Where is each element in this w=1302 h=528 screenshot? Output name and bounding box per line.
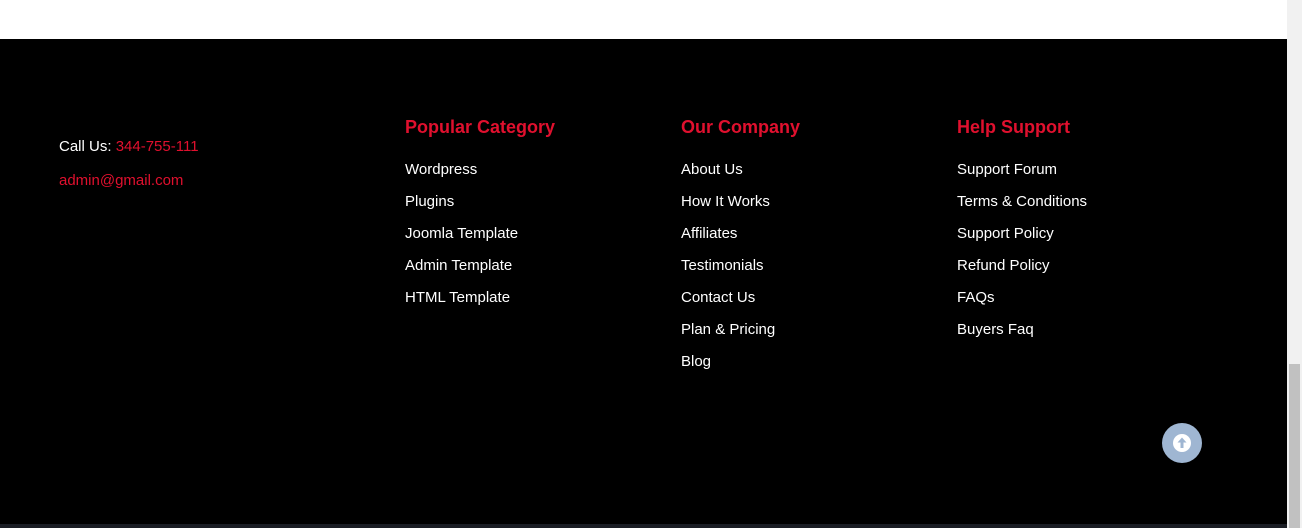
list-item: Affiliates — [681, 224, 800, 256]
list-item: Blog — [681, 352, 800, 384]
column-title: Popular Category — [405, 117, 556, 137]
phone-link[interactable]: 344-755-111 — [116, 138, 199, 155]
list-item: Plan & Pricing — [681, 320, 800, 352]
footer-column-help-support: Help Support Support Forum Terms & Condi… — [957, 114, 1087, 352]
footer-contact: Call Us: 344-755-111 admin@gmail.com — [59, 136, 199, 192]
site-footer — [0, 39, 1287, 524]
footer-link-testimonials[interactable]: Testimonials — [681, 257, 764, 274]
footer-link-plan-pricing[interactable]: Plan & Pricing — [681, 321, 775, 338]
list-item: Support Policy — [957, 224, 1087, 256]
arrow-up-icon — [1173, 434, 1191, 452]
list-item: HTML Template — [405, 288, 555, 320]
footer-link-html-template[interactable]: HTML Template — [405, 289, 510, 306]
footer-link-faqs[interactable]: FAQs — [957, 289, 995, 306]
list-item: Joomla Template — [405, 224, 555, 256]
list-item: Plugins — [405, 192, 555, 224]
page: Call Us: 344-755-111 admin@gmail.com Pop… — [0, 0, 1302, 528]
call-label: Call Us: — [59, 138, 112, 155]
scrollbar-thumb[interactable] — [1289, 364, 1300, 528]
link-list: Wordpress Plugins Joomla Template Admin … — [405, 160, 555, 320]
footer-link-admin-template[interactable]: Admin Template — [405, 257, 512, 274]
list-item: Testimonials — [681, 256, 800, 288]
bottom-bar — [0, 524, 1287, 528]
page-content-area — [0, 0, 1287, 39]
footer-column-popular-category: Popular Category Wordpress Plugins Jooml… — [405, 114, 555, 320]
footer-link-affiliates[interactable]: Affiliates — [681, 225, 737, 242]
list-item: Buyers Faq — [957, 320, 1087, 352]
list-item: Contact Us — [681, 288, 800, 320]
list-item: How It Works — [681, 192, 800, 224]
list-item: Support Forum — [957, 160, 1087, 192]
footer-link-joomla-template[interactable]: Joomla Template — [405, 225, 518, 242]
back-to-top-button[interactable] — [1162, 423, 1202, 463]
footer-link-buyers-faq[interactable]: Buyers Faq — [957, 321, 1034, 338]
phone-line: Call Us: 344-755-111 — [59, 136, 199, 158]
footer-link-blog[interactable]: Blog — [681, 353, 711, 370]
footer-link-terms-conditions[interactable]: Terms & Conditions — [957, 193, 1087, 210]
footer-link-support-forum[interactable]: Support Forum — [957, 161, 1057, 178]
list-item: Admin Template — [405, 256, 555, 288]
email-link[interactable]: admin@gmail.com — [59, 170, 199, 192]
list-item: Terms & Conditions — [957, 192, 1087, 224]
column-title: Our Company — [681, 117, 801, 137]
list-item: About Us — [681, 160, 800, 192]
footer-link-how-it-works[interactable]: How It Works — [681, 193, 770, 210]
footer-column-our-company: Our Company About Us How It Works Affili… — [681, 114, 800, 384]
link-list: About Us How It Works Affiliates Testimo… — [681, 160, 800, 384]
list-item: FAQs — [957, 288, 1087, 320]
column-title: Help Support — [957, 117, 1070, 137]
footer-link-support-policy[interactable]: Support Policy — [957, 225, 1054, 242]
list-item: Wordpress — [405, 160, 555, 192]
list-item: Refund Policy — [957, 256, 1087, 288]
footer-link-plugins[interactable]: Plugins — [405, 193, 454, 210]
footer-link-contact-us[interactable]: Contact Us — [681, 289, 755, 306]
link-list: Support Forum Terms & Conditions Support… — [957, 160, 1087, 352]
footer-link-refund-policy[interactable]: Refund Policy — [957, 257, 1050, 274]
footer-link-wordpress[interactable]: Wordpress — [405, 161, 477, 178]
footer-link-about-us[interactable]: About Us — [681, 161, 743, 178]
